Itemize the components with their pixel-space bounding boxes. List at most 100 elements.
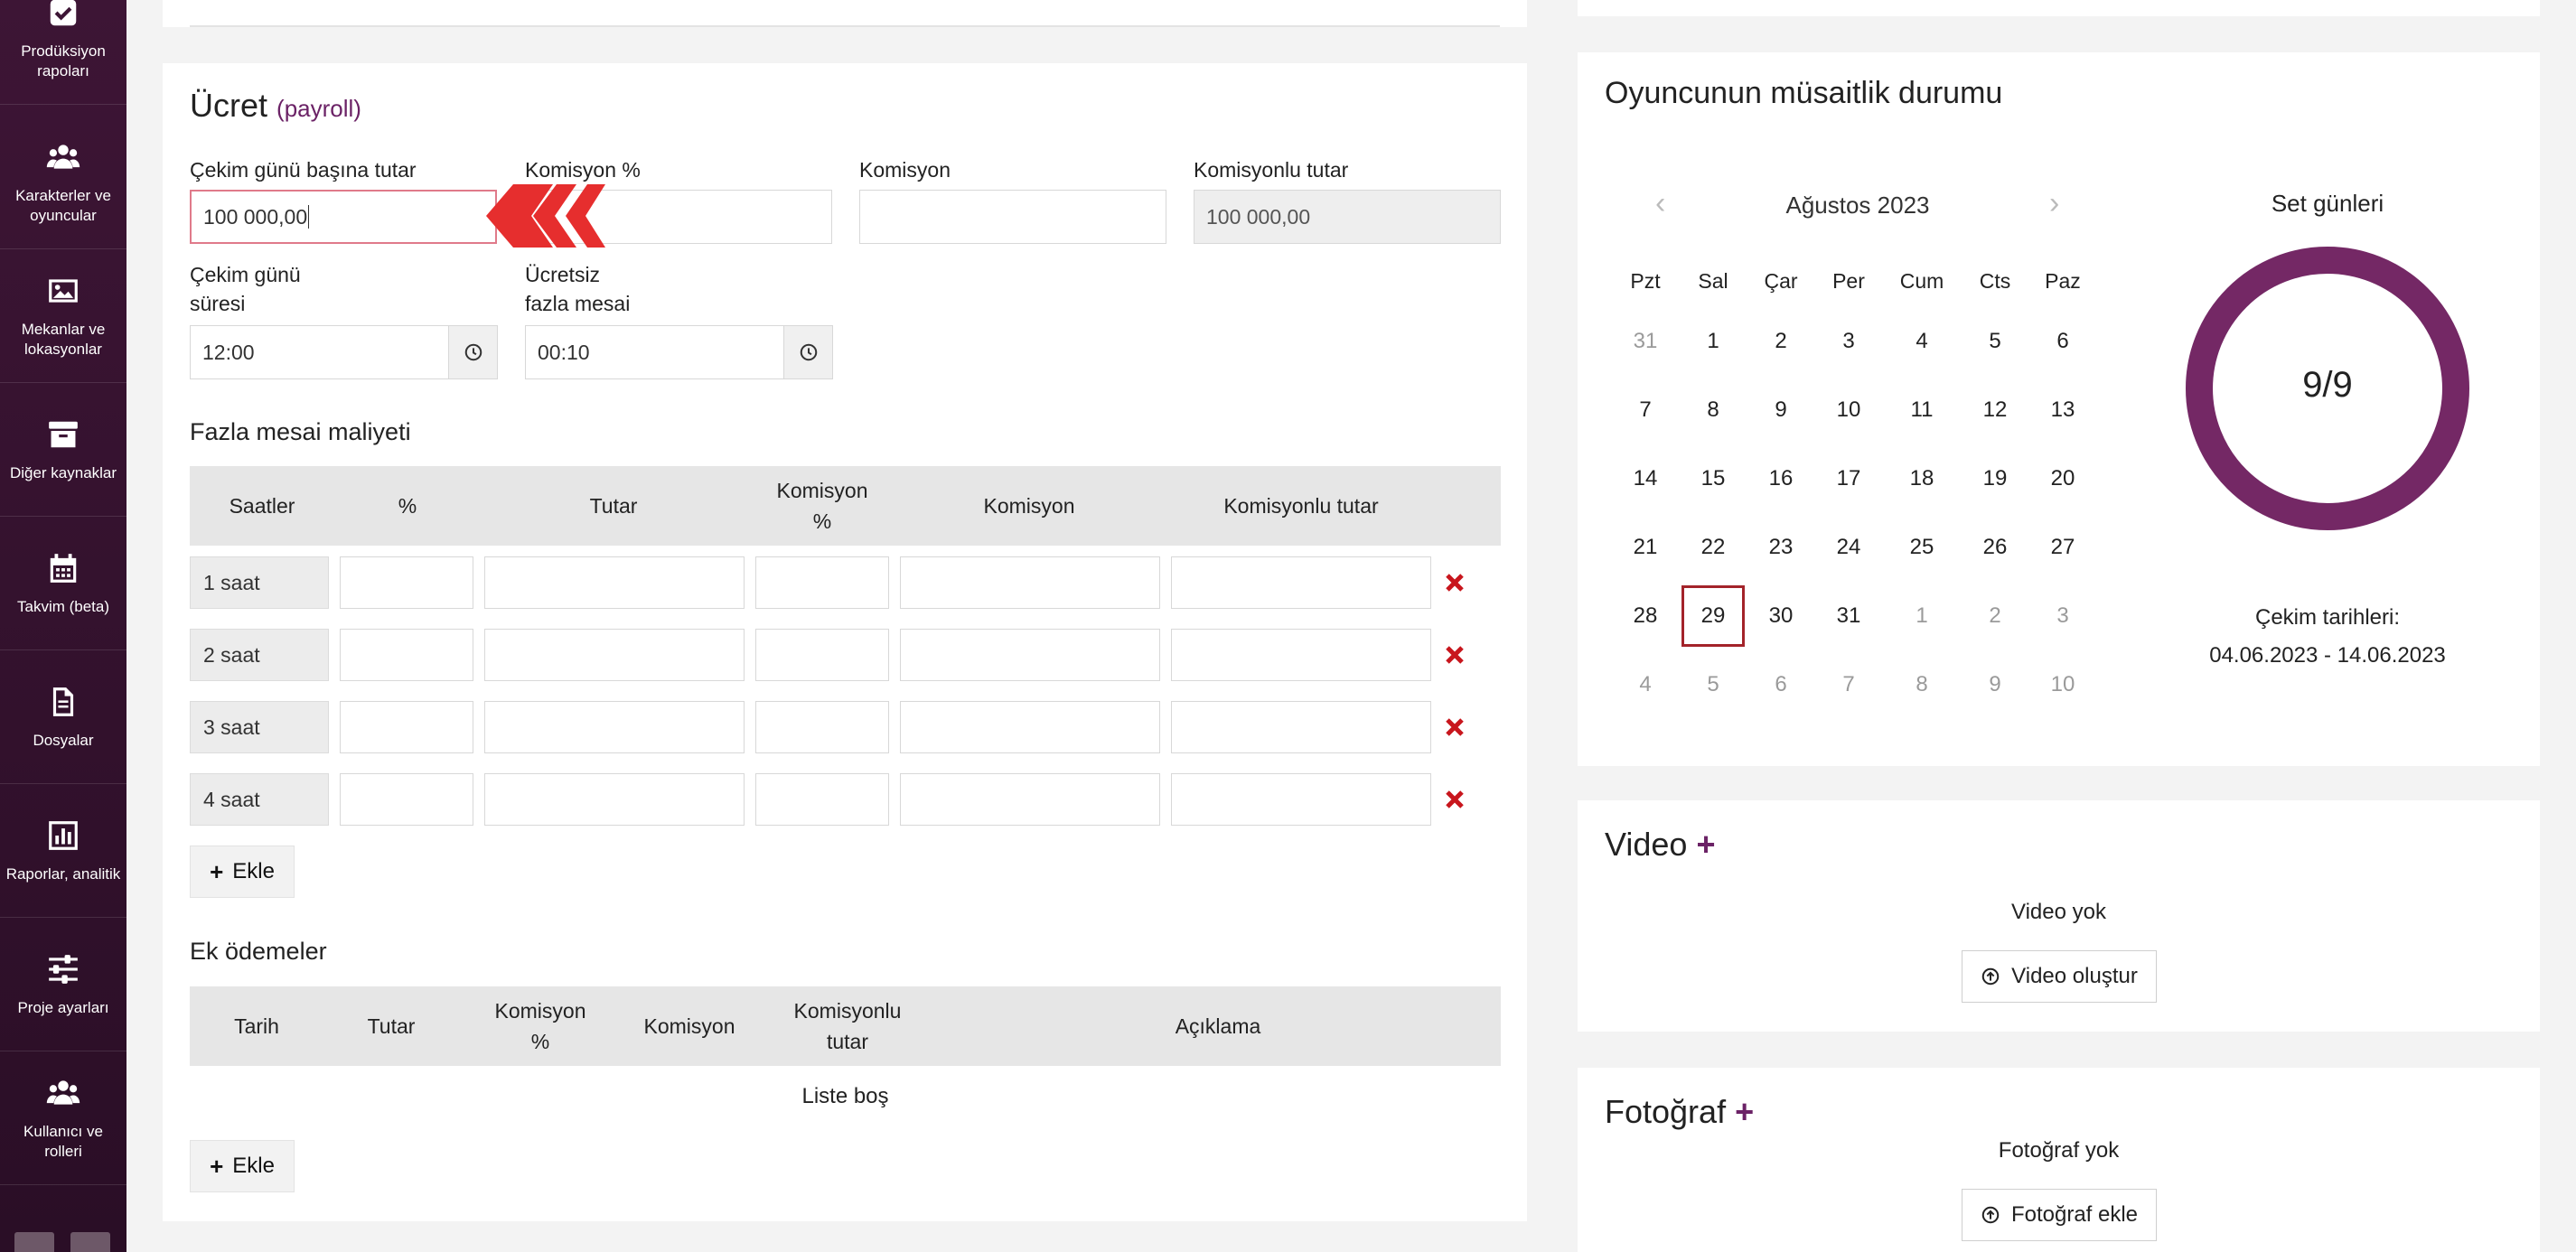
calendar-day[interactable]: 5: [1681, 654, 1745, 715]
calendar-day[interactable]: 7: [1614, 379, 1677, 441]
calendar-day[interactable]: 1: [1681, 311, 1745, 372]
next-month-icon[interactable]: ›: [2049, 186, 2059, 221]
video-empty-text: Video yok: [2011, 900, 2106, 924]
calendar-day[interactable]: 2: [1749, 311, 1813, 372]
sidebar-item-other-resources[interactable]: Diğer kaynaklar: [0, 383, 126, 517]
per-day-input[interactable]: 100 000,00: [190, 190, 497, 244]
sidebar-item-label: Proje ayarları: [17, 998, 109, 1016]
overtime-commission-pct-input[interactable]: [755, 701, 889, 753]
calendar-day[interactable]: 7: [1817, 654, 1880, 715]
overtime-total-input[interactable]: [1171, 556, 1431, 609]
photo-card: Fotoğraf + Fotoğraf yok Fotoğraf ekle: [1578, 1068, 2540, 1252]
overtime-amount-input[interactable]: [484, 773, 745, 826]
calendar-day[interactable]: 16: [1749, 448, 1813, 509]
calendar-day[interactable]: 17: [1817, 448, 1880, 509]
calendar-day[interactable]: 21: [1614, 517, 1677, 578]
delete-icon[interactable]: [1444, 789, 1466, 810]
payroll-title: Ücret (payroll): [190, 87, 361, 124]
sidebar-item-calendar[interactable]: Takvim (beta): [0, 517, 126, 650]
calendar-day[interactable]: 8: [1890, 654, 1953, 715]
calendar-day[interactable]: 4: [1890, 311, 1953, 372]
calendar-day[interactable]: 25: [1890, 517, 1953, 578]
clock-icon[interactable]: [449, 325, 498, 379]
overtime-commission-input[interactable]: [900, 629, 1160, 681]
delete-icon[interactable]: [1444, 644, 1466, 666]
add-extra-payment-button[interactable]: + Ekle: [190, 1140, 295, 1192]
calendar-day[interactable]: 11: [1890, 379, 1953, 441]
calendar-day[interactable]: 22: [1681, 517, 1745, 578]
calendar-day[interactable]: 12: [1963, 379, 2027, 441]
commission-input[interactable]: [859, 190, 1166, 244]
calendar-day[interactable]: 30: [1749, 585, 1813, 647]
sidebar-item-reports[interactable]: Raporlar, analitik: [0, 784, 126, 918]
calendar-day[interactable]: 31: [1817, 585, 1880, 647]
calendar-day[interactable]: 13: [2031, 379, 2094, 441]
overtime-pct-input[interactable]: [340, 556, 473, 609]
sidebar-item-label: Kullanıcı ve rolleri: [23, 1122, 103, 1160]
overtime-commission-pct-input[interactable]: [755, 629, 889, 681]
free-overtime-label: Ücretsiz fazla mesai: [525, 263, 631, 315]
calendar-day[interactable]: 27: [2031, 517, 2094, 578]
calendar-day[interactable]: 10: [2031, 654, 2094, 715]
overtime-commission-pct-input[interactable]: [755, 556, 889, 609]
sidebar-item-characters[interactable]: Karakterler ve oyuncular: [0, 116, 126, 249]
calendar-day[interactable]: 9: [1749, 379, 1813, 441]
calendar-day[interactable]: 3: [1817, 311, 1880, 372]
delete-icon[interactable]: [1444, 716, 1466, 738]
add-photo-button[interactable]: Fotoğraf ekle: [1962, 1189, 2157, 1241]
sidebar-item-production-reports[interactable]: Prodüksiyon rapoları: [0, 0, 126, 105]
calendar-day[interactable]: 1: [1890, 585, 1953, 647]
calendar-day[interactable]: 15: [1681, 448, 1745, 509]
telegram-icon[interactable]: [70, 1232, 110, 1252]
calendar-day[interactable]: 24: [1817, 517, 1880, 578]
calendar-day[interactable]: 4: [1614, 654, 1677, 715]
create-video-button[interactable]: Video oluştur: [1962, 950, 2157, 1003]
calendar-day[interactable]: 2: [1963, 585, 2027, 647]
vk-icon[interactable]: [14, 1232, 54, 1252]
calendar-day[interactable]: 18: [1890, 448, 1953, 509]
add-overtime-button[interactable]: + Ekle: [190, 846, 295, 898]
calendar-day[interactable]: 19: [1963, 448, 2027, 509]
sidebar-item-files[interactable]: Dosyalar: [0, 650, 126, 784]
add-video-icon[interactable]: +: [1696, 826, 1715, 863]
calendar-day[interactable]: 6: [2031, 311, 2094, 372]
prev-month-icon[interactable]: ‹: [1655, 186, 1665, 221]
overtime-total-input[interactable]: [1171, 701, 1431, 753]
column-header: %: [398, 494, 417, 518]
calendar-day[interactable]: 3: [2031, 585, 2094, 647]
overtime-pct-input[interactable]: [340, 629, 473, 681]
sidebar-item-locations[interactable]: Mekanlar ve lokasyonlar: [0, 249, 126, 383]
calendar-day[interactable]: 14: [1614, 448, 1677, 509]
calendar-day[interactable]: 5: [1963, 311, 2027, 372]
checkbox-icon: [45, 0, 81, 31]
calendar-day[interactable]: 8: [1681, 379, 1745, 441]
calendar-day[interactable]: 9: [1963, 654, 2027, 715]
shift-length-input[interactable]: 12:00: [190, 325, 449, 379]
overtime-total-input[interactable]: [1171, 629, 1431, 681]
calendar-day[interactable]: 6: [1749, 654, 1813, 715]
free-overtime-input[interactable]: 00:10: [525, 325, 784, 379]
calendar-day[interactable]: 26: [1963, 517, 2027, 578]
delete-icon[interactable]: [1444, 572, 1466, 593]
overtime-pct-input[interactable]: [340, 773, 473, 826]
calendar-day[interactable]: 29: [1681, 585, 1745, 647]
overtime-commission-input[interactable]: [900, 773, 1160, 826]
calendar-day[interactable]: 28: [1614, 585, 1677, 647]
calendar-day[interactable]: 10: [1817, 379, 1880, 441]
clock-icon[interactable]: [784, 325, 833, 379]
add-photo-icon[interactable]: +: [1735, 1093, 1754, 1130]
overtime-commission-input[interactable]: [900, 556, 1160, 609]
overtime-commission-input[interactable]: [900, 701, 1160, 753]
overtime-commission-pct-input[interactable]: [755, 773, 889, 826]
overtime-amount-input[interactable]: [484, 556, 745, 609]
sidebar-item-users-roles[interactable]: Kullanıcı ve rolleri: [0, 1051, 126, 1185]
calendar-day[interactable]: 23: [1749, 517, 1813, 578]
overtime-amount-input[interactable]: [484, 701, 745, 753]
overtime-total-input[interactable]: [1171, 773, 1431, 826]
overtime-amount-input[interactable]: [484, 629, 745, 681]
calendar-day[interactable]: 31: [1614, 311, 1677, 372]
chart-icon: [45, 818, 81, 854]
overtime-pct-input[interactable]: [340, 701, 473, 753]
calendar-day[interactable]: 20: [2031, 448, 2094, 509]
sidebar-item-project-settings[interactable]: Proje ayarları: [0, 918, 126, 1051]
